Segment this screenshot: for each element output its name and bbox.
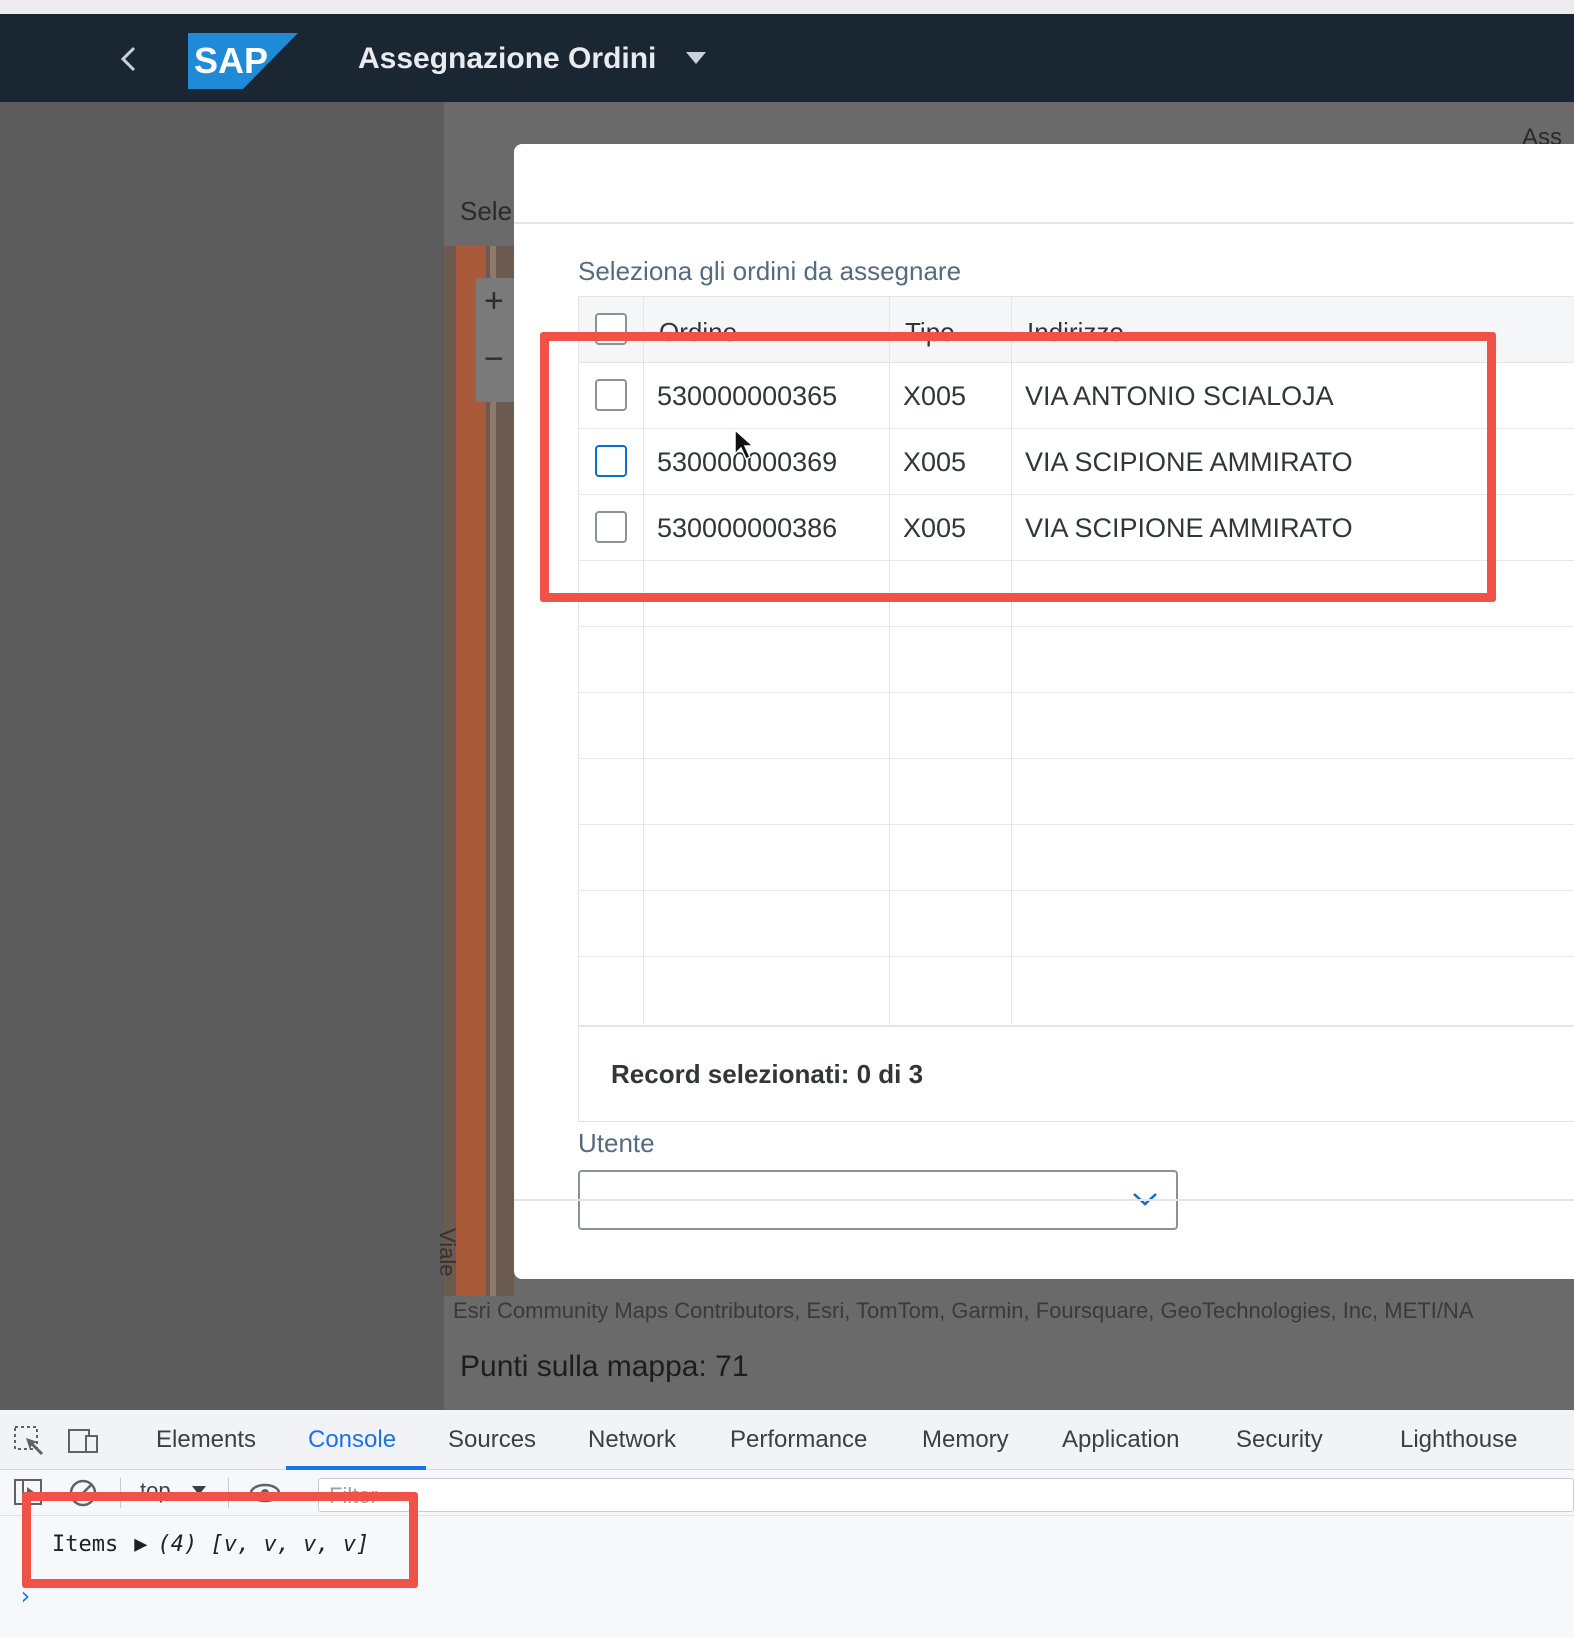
devtools-tab-elements[interactable]: Elements — [156, 1426, 256, 1454]
empty-row — [579, 825, 1574, 891]
map-attribution: Esri Community Maps Contributors, Esri, … — [453, 1298, 1474, 1323]
map-street-label: Viale — [435, 1228, 460, 1277]
console-filter-input[interactable]: Filter — [318, 1478, 1574, 1512]
dialog-header-divider — [514, 222, 1574, 224]
devtools-tab-performance[interactable]: Performance — [730, 1426, 867, 1454]
devtools-tab-network[interactable]: Network — [588, 1426, 676, 1454]
console-highlight-box — [22, 1492, 418, 1588]
user-field-label: Utente — [578, 1128, 655, 1158]
sap-logo[interactable]: SAP — [188, 33, 298, 89]
map-road — [456, 246, 486, 1296]
shell-bar: SAP Assegnazione Ordini — [0, 14, 1574, 102]
caret-down-icon[interactable] — [686, 52, 706, 66]
zoom-in-button[interactable]: + — [484, 284, 504, 318]
chevron-left-icon[interactable] — [112, 42, 146, 76]
map-zoom-control: + − — [476, 278, 516, 402]
devtools-tab-bar: Elements Console Sources Network Perform… — [0, 1410, 1574, 1470]
empty-row — [579, 891, 1574, 957]
devtools-tab-application[interactable]: Application — [1062, 1426, 1179, 1454]
orders-table-label: Seleziona gli ordini da assegnare — [578, 256, 962, 286]
empty-row — [579, 957, 1574, 1023]
screen: SAP Assegnazione Ordini Sele Ass + − Via… — [0, 0, 1574, 1638]
empty-row — [579, 759, 1574, 825]
svg-text:SAP: SAP — [194, 40, 268, 81]
background-section-label: Sele — [460, 196, 513, 226]
table-footer: Record selezionati: 0 di 3 — [578, 1026, 1574, 1122]
devtools-tab-lighthouse[interactable]: Lighthouse — [1400, 1426, 1517, 1454]
dialog-footer-divider — [514, 1199, 1574, 1201]
assign-orders-dialog: Seleziona gli ordini da assegnare Ordine… — [514, 144, 1574, 1279]
app-title[interactable]: Assegnazione Ordini — [358, 42, 656, 76]
devtools-tab-sources[interactable]: Sources — [448, 1426, 536, 1454]
devtools-tab-console[interactable]: Console — [308, 1426, 396, 1454]
map-road-edge — [490, 246, 496, 1296]
device-toolbar-icon[interactable] — [66, 1424, 100, 1458]
map-view — [444, 246, 514, 1296]
rows-highlight-box — [540, 332, 1496, 602]
browser-strip — [0, 0, 1574, 14]
map-points-count: Punti sulla mappa: 71 — [460, 1350, 749, 1383]
zoom-out-button[interactable]: − — [484, 342, 504, 376]
selected-records-count: Record selezionati: 0 di 3 — [611, 1059, 924, 1089]
empty-row — [579, 693, 1574, 759]
inspect-element-icon[interactable] — [12, 1424, 46, 1458]
empty-row — [579, 627, 1574, 693]
background-left-panel — [0, 102, 444, 1410]
devtools-tab-security[interactable]: Security — [1236, 1426, 1323, 1454]
devtools-tab-memory[interactable]: Memory — [922, 1426, 1009, 1454]
